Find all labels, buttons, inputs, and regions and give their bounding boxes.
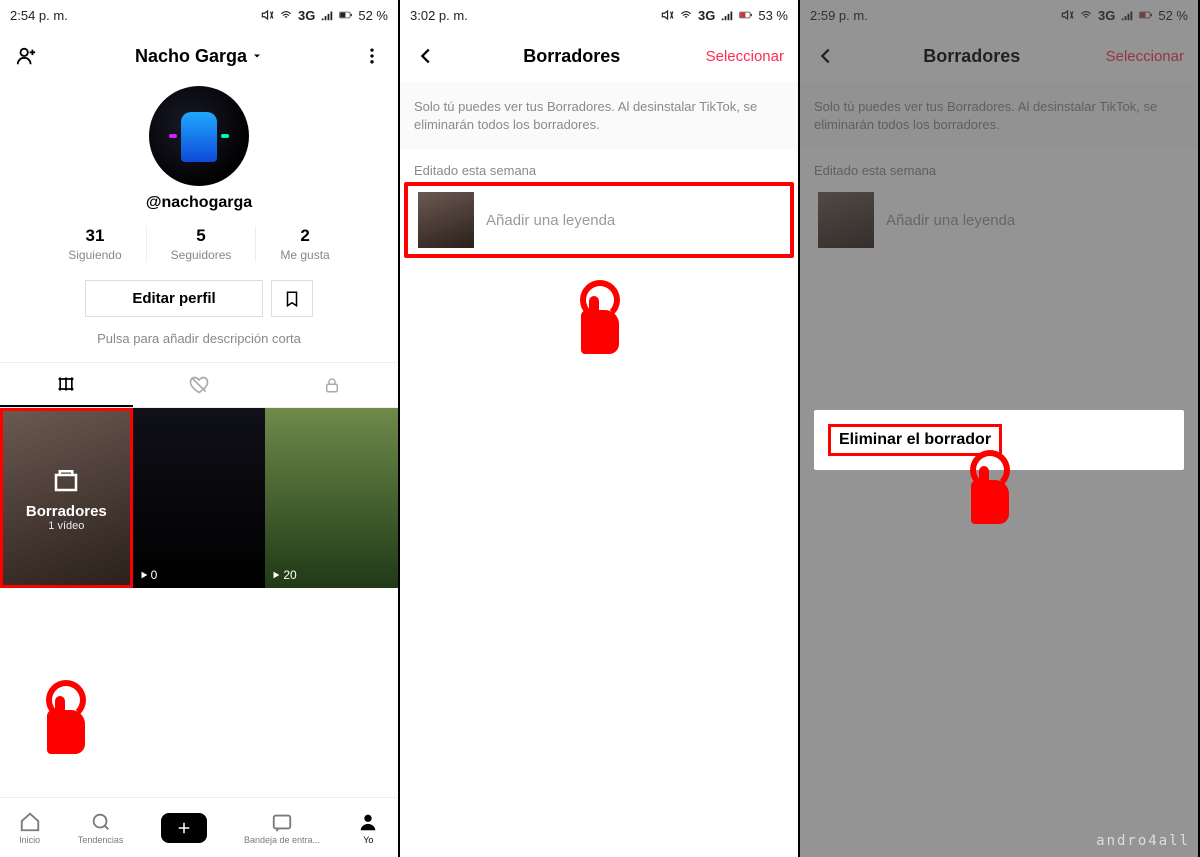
content-tabs: [0, 362, 398, 408]
edit-profile-button[interactable]: Editar perfil: [85, 280, 262, 317]
bio-hint[interactable]: Pulsa para añadir descripción corta: [0, 331, 398, 362]
watermark: andro4all: [1096, 833, 1190, 849]
battery-icon: [339, 8, 353, 22]
annotation-tap-icon: [960, 450, 1020, 528]
annotation-tap-icon: [570, 280, 630, 358]
status-time: 2:54 p. m.: [10, 8, 68, 23]
screen-profile: 2:54 p. m. 3G 52 % Nacho Garga: [0, 0, 400, 857]
status-time: 3:02 p. m.: [410, 8, 468, 23]
drafts-title: Borradores: [523, 46, 620, 67]
mute-icon: [660, 8, 674, 22]
drafts-count: 1 vídeo: [48, 520, 84, 532]
signal-icon: [720, 8, 734, 22]
battery-icon: [739, 8, 753, 22]
network-label: 3G: [298, 8, 315, 23]
play-count: 20: [283, 568, 296, 582]
battery-label: 52 %: [358, 8, 388, 23]
stat-likes[interactable]: 2 Me gusta: [256, 226, 353, 262]
add-friend-button[interactable]: [14, 44, 38, 68]
tab-liked[interactable]: [133, 363, 266, 407]
draft-item[interactable]: Añadir una leyenda: [408, 186, 790, 254]
nav-home[interactable]: Inicio: [19, 811, 41, 845]
nav-me[interactable]: Yo: [357, 811, 379, 845]
status-bar: 3:02 p. m. 3G 53 %: [400, 0, 798, 30]
profile-title[interactable]: Nacho Garga: [135, 46, 263, 67]
drafts-notice: Solo tú puedes ver tus Borradores. Al de…: [400, 82, 798, 149]
video-tile-2[interactable]: 20: [265, 408, 398, 588]
video-grid: Borradores 1 vídeo 0 20: [0, 408, 398, 588]
wifi-icon: [279, 8, 293, 22]
video-tile-1[interactable]: 0: [133, 408, 266, 588]
status-bar: 2:54 p. m. 3G 52 %: [0, 0, 398, 30]
nav-trending[interactable]: Tendencias: [78, 811, 124, 845]
drafts-icon: [51, 465, 81, 495]
stats-row: 31 Siguiendo 5 Seguidores 2 Me gusta: [0, 226, 398, 262]
battery-label: 53 %: [758, 8, 788, 23]
profile-title-text: Nacho Garga: [135, 46, 247, 67]
screen-drafts: 3:02 p. m. 3G 53 % Borradores Selecciona…: [400, 0, 800, 857]
mute-icon: [260, 8, 274, 22]
annotation-tap-icon: [36, 680, 96, 758]
wifi-icon: [679, 8, 693, 22]
stat-followers[interactable]: 5 Seguidores: [147, 226, 257, 262]
tab-grid[interactable]: [0, 363, 133, 407]
bookmarks-button[interactable]: [271, 280, 313, 317]
bottom-nav: Inicio Tendencias Bandeja de entra... Yo: [0, 797, 398, 857]
profile-header: Nacho Garga: [0, 30, 398, 82]
nav-create[interactable]: [161, 813, 207, 843]
network-label: 3G: [698, 8, 715, 23]
chevron-down-icon: [251, 50, 263, 62]
drafts-tile[interactable]: Borradores 1 vídeo: [0, 408, 133, 588]
username[interactable]: @nachogarga: [0, 194, 398, 212]
back-button[interactable]: [414, 44, 438, 68]
screen-delete-draft: 2:59 p. m. 3G 52 % Borradores Selecciona…: [800, 0, 1200, 857]
select-button[interactable]: Seleccionar: [706, 48, 784, 65]
more-button[interactable]: [360, 44, 384, 68]
nav-inbox[interactable]: Bandeja de entra...: [244, 811, 320, 845]
drafts-header: Borradores Seleccionar: [400, 30, 798, 82]
play-count: 0: [151, 568, 158, 582]
signal-icon: [320, 8, 334, 22]
drafts-label: Borradores: [26, 503, 107, 520]
annotation-highlight: [404, 182, 794, 258]
tab-private[interactable]: [265, 363, 398, 407]
stat-following[interactable]: 31 Siguiendo: [44, 226, 146, 262]
avatar[interactable]: [149, 86, 249, 186]
section-label: Editado esta semana: [400, 149, 798, 186]
